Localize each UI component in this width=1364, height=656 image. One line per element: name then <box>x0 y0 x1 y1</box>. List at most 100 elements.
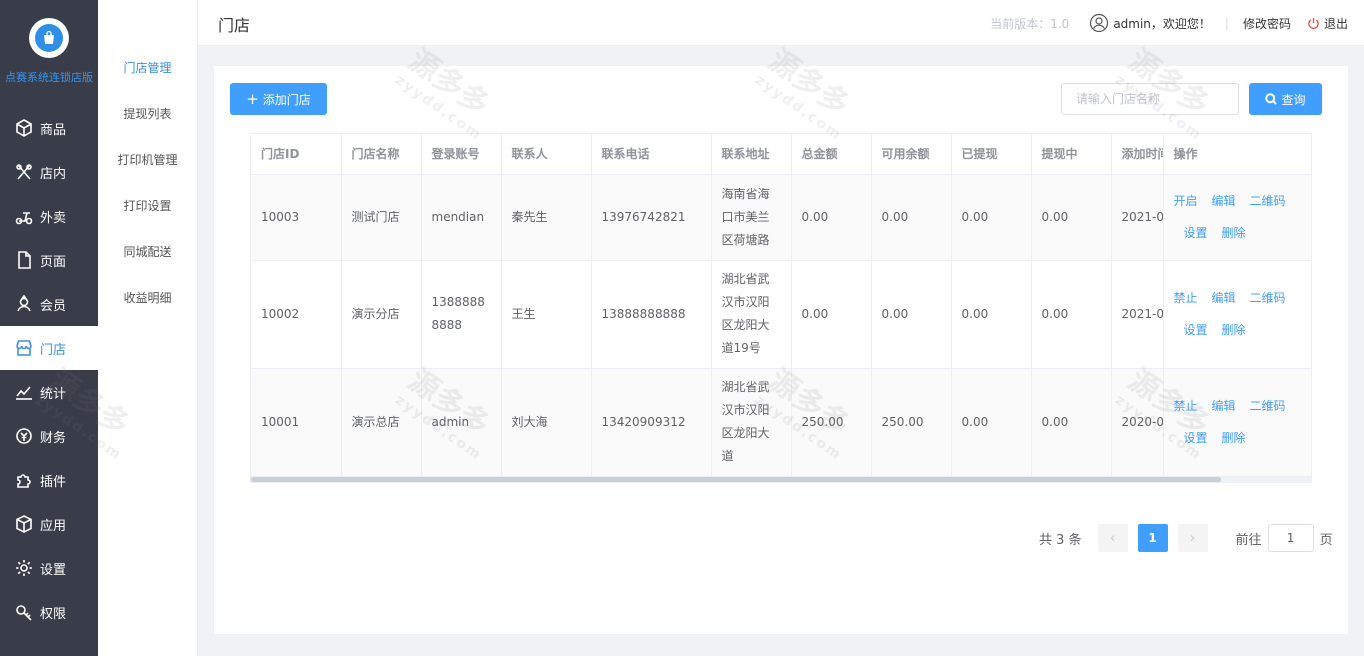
nav-item-label: 应用 <box>40 518 67 534</box>
pagination: 共 3 条 ‹ 1 › 前往 页 <box>1039 524 1333 552</box>
scrollbar-thumb[interactable] <box>251 477 1221 482</box>
column-header: 已提现 <box>951 134 1032 175</box>
nav-item-page[interactable]: 页面 <box>0 238 98 282</box>
cell-pending: 0.00 <box>1031 368 1112 477</box>
column-header: 操作 <box>1162 134 1311 175</box>
cell-account: mendian <box>421 174 502 261</box>
subnav-item[interactable]: 收益明细 <box>98 274 197 320</box>
cell-total: 0.00 <box>791 174 872 261</box>
cell-address: 海南省海口市美兰区荷塘路 <box>711 174 792 261</box>
cell-pending: 0.00 <box>1031 260 1112 369</box>
cell-id: 10003 <box>251 174 342 261</box>
cell-actions: 禁止 编辑 二维码 设置 删除 <box>1162 368 1311 477</box>
nav-item-label: 财务 <box>40 430 67 446</box>
column-header: 联系地址 <box>711 134 792 175</box>
horizontal-scrollbar[interactable] <box>251 477 1311 482</box>
cell-name: 演示分店 <box>341 260 422 369</box>
header-separator: | <box>1224 16 1229 30</box>
toggle-status-link[interactable]: 开启 <box>1174 185 1198 217</box>
nav-item-member[interactable]: 会员 <box>0 282 98 326</box>
store-icon <box>16 340 32 356</box>
edit-link[interactable]: 编辑 <box>1212 282 1236 314</box>
toggle-status-link[interactable]: 禁止 <box>1174 390 1198 422</box>
nav-item-box[interactable]: 应用 <box>0 502 98 546</box>
nav-item-label: 插件 <box>40 474 67 490</box>
nav-item-label: 外卖 <box>40 210 67 226</box>
edit-link[interactable]: 编辑 <box>1212 185 1236 217</box>
power-icon[interactable] <box>1307 17 1320 30</box>
delete-link[interactable]: 删除 <box>1222 314 1246 346</box>
toggle-status-link[interactable]: 禁止 <box>1174 282 1198 314</box>
logo-area: 点赛系统连锁店版 <box>0 0 98 100</box>
nav-item-store[interactable]: 门店 <box>0 326 98 370</box>
box-icon <box>16 515 32 533</box>
plus-icon: + <box>246 89 259 108</box>
subnav-item[interactable]: 提现列表 <box>98 90 197 136</box>
subnav-item[interactable]: 同城配送 <box>98 228 197 274</box>
cell-available: 250.00 <box>871 368 952 477</box>
cell-available: 0.00 <box>871 260 952 369</box>
column-header: 提现中 <box>1031 134 1112 175</box>
page-unit-label: 页 <box>1319 532 1333 548</box>
logout-link[interactable]: 退出 <box>1324 15 1348 32</box>
change-password-link[interactable]: 修改密码 <box>1243 15 1291 32</box>
cell-withdrawn: 0.00 <box>951 174 1032 261</box>
add-store-button[interactable]: + 添加门店 <box>230 83 327 115</box>
qrcode-link[interactable]: 二维码 <box>1250 185 1286 217</box>
nav-item-scooter[interactable]: 外卖 <box>0 194 98 238</box>
cube-icon <box>16 119 32 137</box>
nav-item-finance[interactable]: 财务 <box>0 414 98 458</box>
nav-item-cube[interactable]: 商品 <box>0 106 98 150</box>
nav-item-label: 店内 <box>40 166 67 182</box>
cell-contact: 秦先生 <box>501 174 592 261</box>
utensils-icon <box>16 164 32 180</box>
cell-pending: 0.00 <box>1031 174 1112 261</box>
column-header: 可用余额 <box>871 134 952 175</box>
store-name-search-input[interactable] <box>1061 83 1239 115</box>
total-count: 共 3 条 <box>1039 532 1082 548</box>
delete-link[interactable]: 删除 <box>1222 422 1246 454</box>
cell-available: 0.00 <box>871 174 952 261</box>
next-page-button[interactable]: › <box>1177 524 1208 552</box>
subnav-item[interactable]: 门店管理 <box>98 44 197 90</box>
table-row: 10001 演示总店 admin 刘大海 13420909312 湖北省武汉市汉阳区龙阳大… <box>251 368 1311 477</box>
gear-icon <box>16 560 32 576</box>
logo-icon <box>29 18 69 58</box>
cell-phone: 13420909312 <box>591 368 712 477</box>
qrcode-link[interactable]: 二维码 <box>1250 390 1286 422</box>
key-icon <box>16 605 32 621</box>
settings-link[interactable]: 设置 <box>1184 217 1208 249</box>
edit-link[interactable]: 编辑 <box>1212 390 1236 422</box>
cell-id: 10001 <box>251 368 342 477</box>
column-header: 总金额 <box>791 134 872 175</box>
prev-page-button[interactable]: ‹ <box>1097 524 1128 552</box>
cell-time: 2020-09 <box>1111 368 1164 477</box>
cell-address: 湖北省武汉市汉阳区龙阳大道 <box>711 368 792 477</box>
qrcode-link[interactable]: 二维码 <box>1250 282 1286 314</box>
settings-link[interactable]: 设置 <box>1184 314 1208 346</box>
cell-account: admin <box>421 368 502 477</box>
page-number-current[interactable]: 1 <box>1137 524 1168 552</box>
main-sidebar: 点赛系统连锁店版 商品店内外卖页面会员 门店 统计财务插件应用设置权限 <box>0 0 98 656</box>
subnav-item[interactable]: 打印机管理 <box>98 136 197 182</box>
nav-item-utensils[interactable]: 店内 <box>0 150 98 194</box>
nav-item-label: 权限 <box>40 606 67 622</box>
column-header: 门店ID <box>251 134 342 175</box>
member-icon <box>17 294 31 312</box>
goto-label: 前往 <box>1235 532 1262 548</box>
nav-item-puzzle[interactable]: 插件 <box>0 458 98 502</box>
cell-account: 13888888888 <box>421 260 502 369</box>
nav-item-gear[interactable]: 设置 <box>0 546 98 590</box>
delete-link[interactable]: 删除 <box>1222 217 1246 249</box>
settings-link[interactable]: 设置 <box>1184 422 1208 454</box>
query-button[interactable]: 查询 <box>1249 83 1322 115</box>
cell-name: 演示总店 <box>341 368 422 477</box>
cell-contact: 王生 <box>501 260 592 369</box>
nav-item-label: 页面 <box>40 254 67 270</box>
top-header: 门店 当前版本：1.0 admin，欢迎您！ | 修改密码 退出 <box>198 0 1364 46</box>
nav-item-key[interactable]: 权限 <box>0 590 98 634</box>
chevron-right-icon: › <box>1189 530 1196 546</box>
nav-item-chart[interactable]: 统计 <box>0 370 98 414</box>
goto-page-input[interactable] <box>1267 524 1314 552</box>
subnav-item[interactable]: 打印设置 <box>98 182 197 228</box>
